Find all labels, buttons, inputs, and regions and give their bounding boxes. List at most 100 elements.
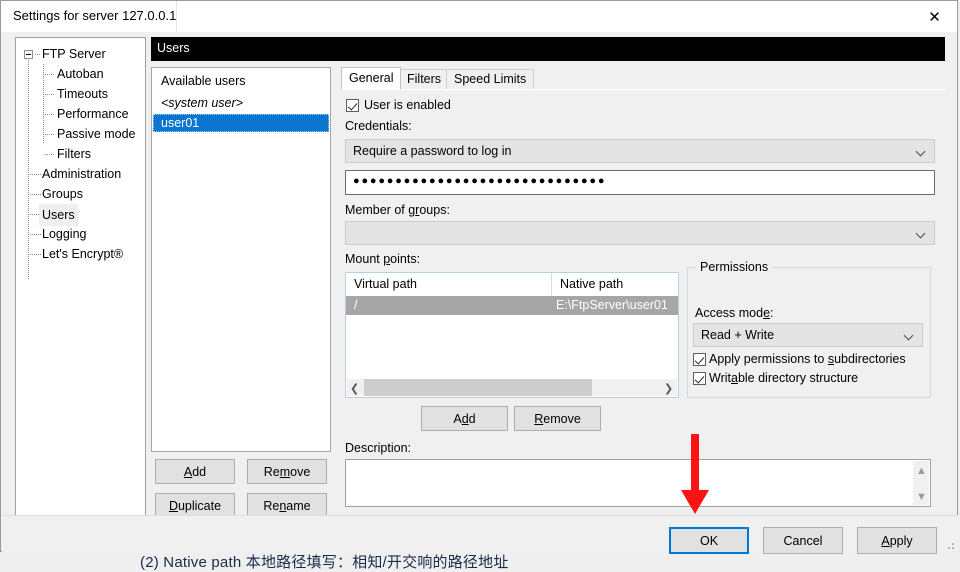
tree-item-label: Performance xyxy=(57,104,129,124)
scroll-right-icon[interactable]: ❯ xyxy=(664,382,674,392)
tree-item-label: Logging xyxy=(42,224,87,244)
minus-icon[interactable] xyxy=(24,50,33,59)
tree-guide-line xyxy=(45,74,54,75)
resize-grip-icon[interactable] xyxy=(944,539,954,549)
list-item[interactable]: <system user> xyxy=(153,94,329,112)
credentials-label: Credentials: xyxy=(345,119,412,133)
tab-underline xyxy=(341,89,945,90)
grid-horizontal-scrollbar[interactable]: ❮ ❯ xyxy=(347,379,677,396)
grid-header: Virtual path Native path xyxy=(346,273,678,296)
tab-general[interactable]: General xyxy=(341,67,401,90)
section-header-bar: Users xyxy=(151,37,945,61)
tab-filters[interactable]: Filters xyxy=(399,69,449,89)
scroll-left-icon[interactable]: ❮ xyxy=(350,382,360,392)
tree-item-users[interactable]: Users xyxy=(16,204,145,224)
tree-item-label: Autoban xyxy=(57,64,104,84)
user-enabled-label: User is enabled xyxy=(364,98,451,112)
tree-item-groups[interactable]: Groups xyxy=(16,184,145,204)
credentials-select[interactable]: Require a password to log in xyxy=(345,139,935,163)
tree-item-filters[interactable]: Filters xyxy=(16,144,145,164)
tree-item-label: Filters xyxy=(57,144,91,164)
tree-item-label: FTP Server xyxy=(42,44,106,64)
tree-guide-line xyxy=(45,134,54,135)
screen: (2) Native path 本地路径填写：相知/开交响的路径地址 Setti… xyxy=(0,0,960,571)
tree-item-label: Timeouts xyxy=(57,84,108,104)
column-divider xyxy=(551,273,552,296)
red-down-arrow-icon xyxy=(678,434,712,516)
cell-native-path: E:\FtpServer\user01 xyxy=(556,298,668,312)
cancel-button[interactable]: Cancel xyxy=(763,527,843,554)
add-mount-button[interactable]: Add xyxy=(421,406,508,431)
tree-item-label: Administration xyxy=(42,164,121,184)
tab-bar: General Filters Speed Limits xyxy=(341,67,945,89)
table-row[interactable]: / E:\FtpServer\user01 xyxy=(346,296,678,315)
tree-item-passive-mode[interactable]: Passive mode xyxy=(16,124,145,144)
chevron-down-icon xyxy=(905,332,913,340)
list-item[interactable]: user01 xyxy=(153,114,329,132)
settings-tree-panel[interactable]: FTP Server Autoban Timeouts Performance … xyxy=(15,37,146,518)
mount-points-label: Mount points: xyxy=(345,252,420,266)
apply-label: Apply xyxy=(881,534,912,548)
description-textarea[interactable]: ▲ ▼ xyxy=(345,459,931,507)
remove-mount-label: Remove xyxy=(534,412,581,426)
tree-guide-line xyxy=(30,254,41,255)
cell-virtual-path: / xyxy=(354,298,357,312)
tree-item-label: Groups xyxy=(42,184,83,204)
apply-subdirectories-checkbox[interactable] xyxy=(693,353,706,366)
user-enabled-checkbox[interactable] xyxy=(346,99,359,112)
tree-item-logging[interactable]: Logging xyxy=(16,224,145,244)
tree-item-performance[interactable]: Performance xyxy=(16,104,145,124)
password-field[interactable]: ●●●●●●●●●●●●●●●●●●●●●●●●●●●●●● xyxy=(345,170,935,195)
access-mode-value: Read + Write xyxy=(701,328,774,342)
window-title: Settings for server 127.0.0.1 xyxy=(13,8,176,23)
column-header-native-path[interactable]: Native path xyxy=(560,277,623,291)
list-item-label: user01 xyxy=(161,114,199,132)
tree-item-autoban[interactable]: Autoban xyxy=(16,64,145,84)
description-label: Description: xyxy=(345,441,411,455)
add-user-button[interactable]: Add xyxy=(155,459,235,484)
apply-button[interactable]: Apply xyxy=(857,527,937,554)
tree-item-label: Passive mode xyxy=(57,124,136,144)
duplicate-user-label: Duplicate xyxy=(169,499,221,513)
tree-guide-line xyxy=(45,154,54,155)
tree-guide-line xyxy=(45,94,54,95)
password-value: ●●●●●●●●●●●●●●●●●●●●●●●●●●●●●● xyxy=(353,175,606,187)
tree-item-label: Users xyxy=(39,204,78,226)
chevron-down-icon xyxy=(917,148,925,156)
close-icon[interactable]: ✕ xyxy=(912,1,957,32)
column-header-virtual-path[interactable]: Virtual path xyxy=(354,277,417,291)
available-users-list[interactable]: Available users <system user> user01 xyxy=(151,67,331,452)
writable-structure-label: Writable directory structure xyxy=(709,371,858,385)
scroll-down-icon[interactable]: ▼ xyxy=(916,491,926,501)
section-header-title: Users xyxy=(157,41,190,55)
chevron-down-icon xyxy=(917,230,925,238)
member-of-groups-select[interactable] xyxy=(345,221,935,245)
available-users-label: Available users xyxy=(161,74,246,88)
access-mode-label: Access mode: xyxy=(695,306,774,320)
remove-mount-button[interactable]: Remove xyxy=(514,406,601,431)
tree-item-timeouts[interactable]: Timeouts xyxy=(16,84,145,104)
remove-user-label: Remove xyxy=(264,465,311,479)
tree-item-label: Let's Encrypt® xyxy=(42,244,123,264)
scroll-up-icon[interactable]: ▲ xyxy=(916,465,926,475)
description-scrollbar[interactable]: ▲ ▼ xyxy=(913,461,929,505)
ok-button[interactable]: OK xyxy=(669,527,749,554)
tree-guide-line xyxy=(45,114,54,115)
remove-user-button[interactable]: Remove xyxy=(247,459,327,484)
title-bar: Settings for server 127.0.0.1 ✕ xyxy=(1,1,957,32)
add-user-label: Add xyxy=(184,465,206,479)
settings-dialog: Settings for server 127.0.0.1 ✕ FTP Serv… xyxy=(0,0,958,552)
writable-structure-checkbox[interactable] xyxy=(693,372,706,385)
mount-points-grid[interactable]: Virtual path Native path / E:\FtpServer\… xyxy=(345,272,679,398)
add-mount-label: Add xyxy=(453,412,475,426)
tree-guide-line xyxy=(30,234,41,235)
rename-user-label: Rename xyxy=(263,499,310,513)
tab-speed-limits[interactable]: Speed Limits xyxy=(446,69,534,89)
tree-item-ftp-server[interactable]: FTP Server xyxy=(16,44,145,64)
tree-guide-line xyxy=(35,54,41,55)
scrollbar-thumb[interactable] xyxy=(364,379,592,396)
tree-item-lets-encrypt[interactable]: Let's Encrypt® xyxy=(16,244,145,264)
tree-item-administration[interactable]: Administration xyxy=(16,164,145,184)
access-mode-select[interactable]: Read + Write xyxy=(693,323,923,347)
tree-guide-line xyxy=(30,194,41,195)
